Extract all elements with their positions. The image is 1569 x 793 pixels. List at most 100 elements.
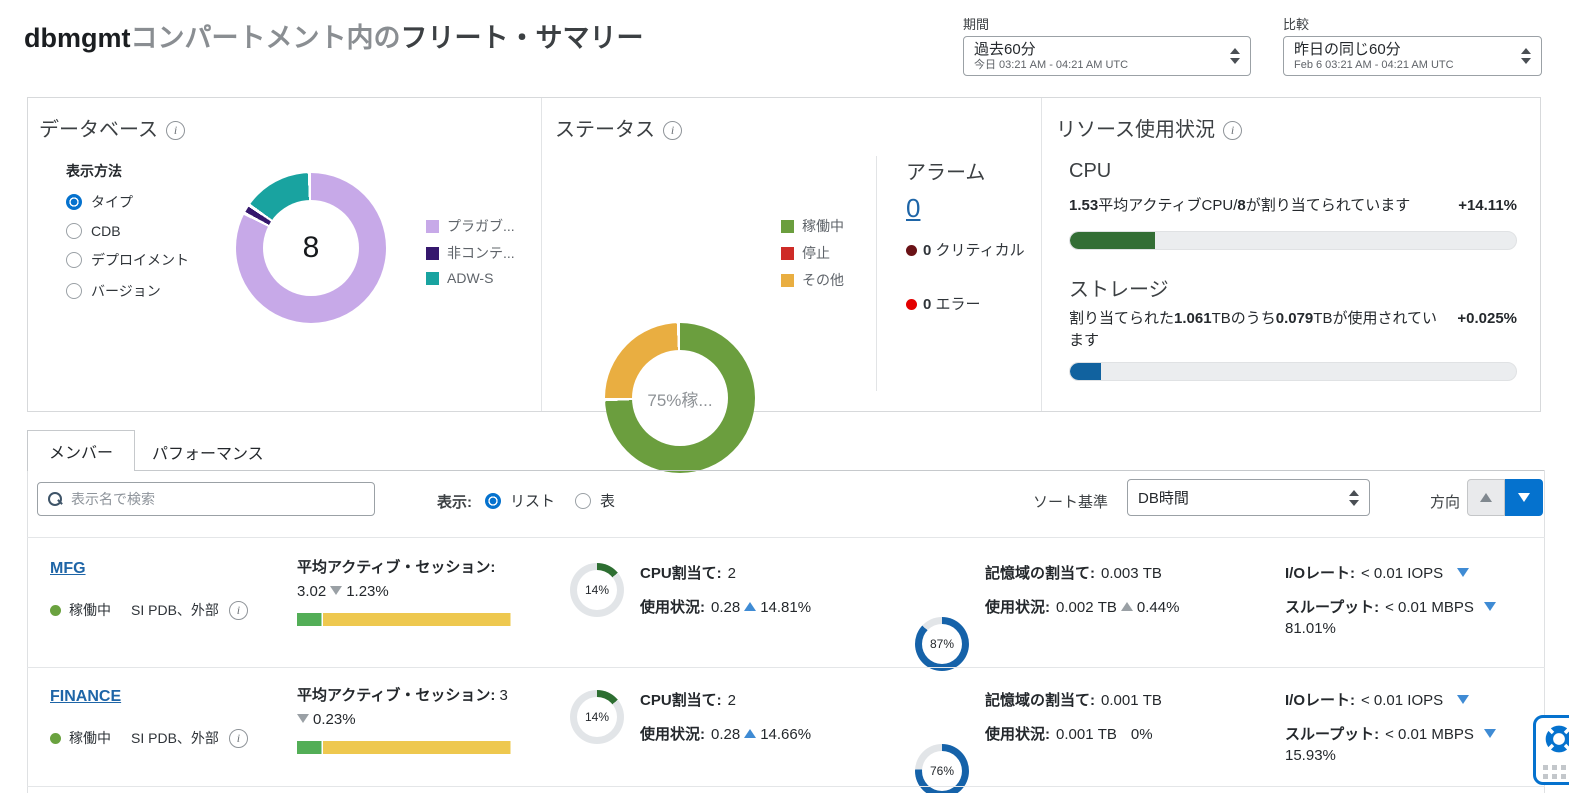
radio-option-type[interactable]: タイプ [66, 192, 189, 212]
select-chevrons-icon [1347, 490, 1359, 506]
status-card-title: ステータス [555, 119, 655, 141]
trend-down-icon [1484, 729, 1496, 738]
legend-item: その他 [781, 270, 844, 290]
status-donut-chart: 75%稼... [605, 323, 755, 473]
storage-alloc-line: 記憶域の割当て:0.003 TB [985, 562, 1162, 583]
status-label: 稼働中 [69, 600, 111, 620]
direction-label: 方向 [1430, 491, 1460, 512]
legend-swatch [781, 274, 794, 287]
sort-descending-button[interactable] [1505, 479, 1543, 516]
search-input[interactable] [71, 491, 364, 507]
status-dot-icon [50, 733, 61, 744]
critical-dot-icon [906, 245, 917, 256]
storage-gauge: 76% [915, 744, 969, 793]
alarm-count-link[interactable]: 0 [906, 193, 920, 224]
cpu-usage-line: 使用状況:0.2814.81% [640, 596, 811, 617]
radio-icon [66, 252, 82, 268]
sort-label: ソート基準 [1033, 491, 1108, 512]
radio-option-version[interactable]: バージョン [66, 281, 189, 301]
cpu-gauge: 14% [570, 563, 624, 617]
page-title-suffix: フリート・サマリー [400, 23, 643, 53]
sort-select[interactable]: DB時間 [1127, 479, 1370, 516]
row-separator [27, 667, 1545, 668]
storage-alloc-line: 記憶域の割当て:0.001 TB [985, 689, 1162, 710]
throughput-extra: 81.01% [1285, 620, 1336, 637]
period-subtitle: 今日 03:21 AM - 04:21 AM UTC [974, 58, 1220, 72]
db-type-label: SI PDB、外部 [131, 600, 219, 620]
compare-value: 昨日の同じ60分 [1294, 41, 1511, 58]
radio-option-cdb[interactable]: CDB [66, 223, 189, 239]
view-option-list[interactable]: リスト [485, 490, 555, 511]
alarm-error: 0 エラー [906, 294, 1026, 315]
cpu-summary-text: 1.53平均アクティブCPU/8が割り当てられています [1069, 195, 1410, 217]
info-icon[interactable]: i [229, 729, 248, 748]
drag-dots-icon [1543, 765, 1569, 779]
info-icon[interactable]: i [663, 121, 682, 140]
alarm-critical: 0 クリティカル [906, 240, 1026, 261]
db-name-link[interactable]: MFG [50, 560, 86, 578]
help-button[interactable] [1533, 715, 1569, 785]
summary-panel: データベースi 表示方法 タイプ CDB デプロイメント バージョン 8 プラガ… [27, 97, 1541, 412]
cpu-alloc-line: CPU割当て:2 [640, 562, 736, 583]
info-icon[interactable]: i [1223, 121, 1242, 140]
alarm-title: アラーム [906, 156, 985, 185]
storage-summary-text: 割り当てられた1.061TBのうち0.079TBが使用されています [1069, 308, 1439, 352]
cpu-summary: 1.53平均アクティブCPU/8が割り当てられています +14.11% [1069, 195, 1517, 217]
legend-item: 稼働中 [781, 216, 844, 236]
select-chevrons-icon [1228, 48, 1240, 64]
trend-up-icon [1121, 602, 1133, 611]
view-option-table[interactable]: 表 [575, 490, 615, 511]
cpu-heading: CPU [1069, 160, 1111, 183]
tab-baseline [27, 470, 1545, 471]
trend-down-icon [297, 714, 309, 723]
storage-usage-line: 使用状況:0.002 TB0.44% [985, 596, 1179, 617]
db-name-link[interactable]: FINANCE [50, 688, 121, 706]
legend-item: ADW-S [426, 270, 515, 286]
aas-value: 3 [500, 687, 508, 704]
member-row-finance: FINANCE 稼働中 SI PDB、外部 i 平均アクティブ・セッション: 3… [27, 680, 1545, 786]
storage-delta: +0.025% [1457, 308, 1517, 352]
radio-selected-icon [66, 194, 82, 210]
status-legend: 稼働中 停止 その他 [781, 216, 844, 297]
radio-selected-icon [485, 493, 501, 509]
row-separator [27, 786, 1545, 787]
legend-item: プラガブ... [426, 216, 515, 236]
compare-select[interactable]: 昨日の同じ60分 Feb 6 03:21 AM - 04:21 AM UTC [1283, 36, 1542, 76]
info-icon[interactable]: i [166, 121, 185, 140]
legend-swatch [426, 247, 439, 260]
compare-label: 比較 [1283, 14, 1542, 33]
trend-down-icon [330, 586, 342, 595]
legend-item: 停止 [781, 243, 844, 263]
page-title-compartment: dbmgmt [24, 23, 130, 53]
page-title-middle: コンパートメント内の [130, 23, 400, 53]
tab-performance[interactable]: パフォーマンス [152, 440, 264, 464]
view-label: 表示: [437, 491, 472, 512]
cpu-progressbar [1069, 231, 1517, 250]
tab-members[interactable]: メンバー [27, 430, 135, 471]
info-icon[interactable]: i [229, 601, 248, 620]
database-donut-total: 8 [263, 200, 359, 296]
throughput-line: スループット:< 0.01 MBPS [1285, 723, 1500, 744]
sort-ascending-button[interactable] [1467, 479, 1505, 516]
row-separator [27, 537, 1545, 538]
database-donut-chart: 8 [236, 173, 386, 323]
storage-heading: ストレージ [1069, 273, 1169, 302]
cpu-delta: +14.11% [1458, 195, 1517, 217]
db-type-label: SI PDB、外部 [131, 728, 219, 748]
radio-icon [66, 283, 82, 299]
period-value: 過去60分 [974, 41, 1220, 58]
card-divider [1041, 98, 1042, 411]
throughput-line: スループット:< 0.01 MBPS [1285, 596, 1500, 617]
storage-usage-line: 使用状況:0.001 TB0% [985, 723, 1153, 744]
aas-stacked-bar [297, 741, 512, 754]
period-select[interactable]: 過去60分 今日 03:21 AM - 04:21 AM UTC [963, 36, 1251, 76]
resources-card-title: リソース使用状況 [1056, 119, 1215, 141]
radio-option-deployment[interactable]: デプロイメント [66, 250, 189, 270]
storage-gauge: 87% [915, 617, 969, 671]
io-rate-line: I/Oレート:< 0.01 IOPS [1285, 562, 1473, 583]
storage-summary: 割り当てられた1.061TBのうち0.079TBが使用されています +0.025… [1069, 308, 1517, 352]
throughput-extra: 15.93% [1285, 747, 1336, 764]
db-status-line: 稼働中 SI PDB、外部 i [50, 728, 248, 748]
cpu-usage-line: 使用状況:0.2814.66% [640, 723, 811, 744]
aas-delta: 0.23% [313, 711, 356, 728]
